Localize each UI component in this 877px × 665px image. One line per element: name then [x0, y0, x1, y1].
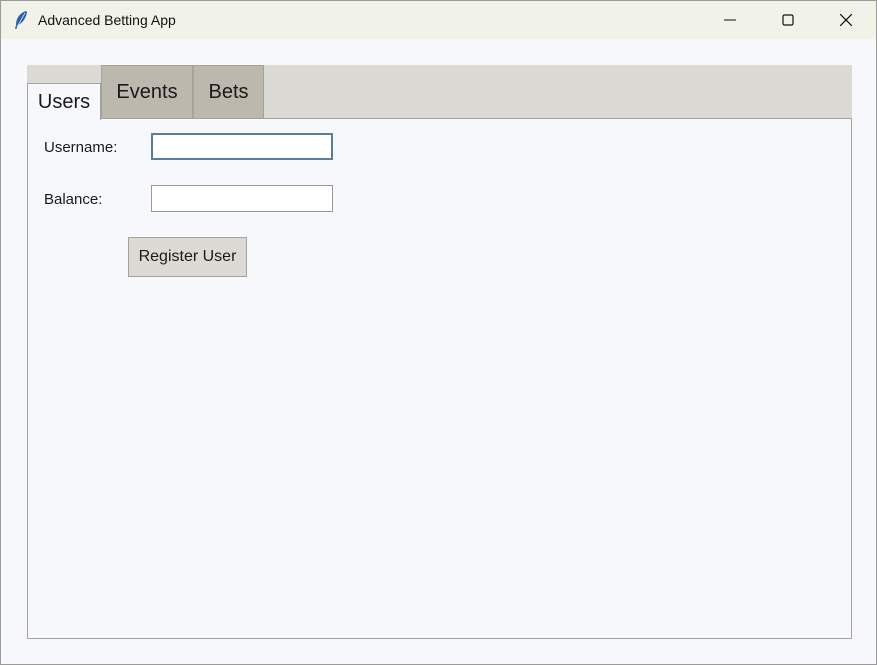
minimize-button[interactable] — [701, 1, 759, 39]
maximize-button[interactable] — [759, 1, 817, 39]
balance-label: Balance: — [44, 191, 103, 208]
tab-strip: Users Events Bets — [27, 65, 852, 120]
users-panel: Username: Balance: Register User — [27, 118, 852, 639]
app-window: Advanced Betting App Users Events Bets U… — [0, 0, 877, 665]
register-user-button[interactable]: Register User — [128, 237, 247, 277]
maximize-icon — [782, 14, 794, 26]
tab-bets[interactable]: Bets — [193, 65, 264, 118]
tab-notebook: Users Events Bets Username: Balance: Reg… — [27, 65, 852, 639]
tab-users[interactable]: Users — [27, 83, 101, 120]
username-label: Username: — [44, 139, 118, 156]
close-icon — [840, 14, 852, 26]
window-title: Advanced Betting App — [38, 12, 176, 28]
title-bar[interactable]: Advanced Betting App — [1, 1, 876, 39]
balance-input[interactable] — [151, 185, 333, 212]
minimize-icon — [724, 14, 736, 26]
feather-icon — [13, 10, 29, 30]
username-input[interactable] — [151, 133, 333, 160]
tab-events[interactable]: Events — [101, 65, 193, 118]
close-button[interactable] — [817, 1, 875, 39]
